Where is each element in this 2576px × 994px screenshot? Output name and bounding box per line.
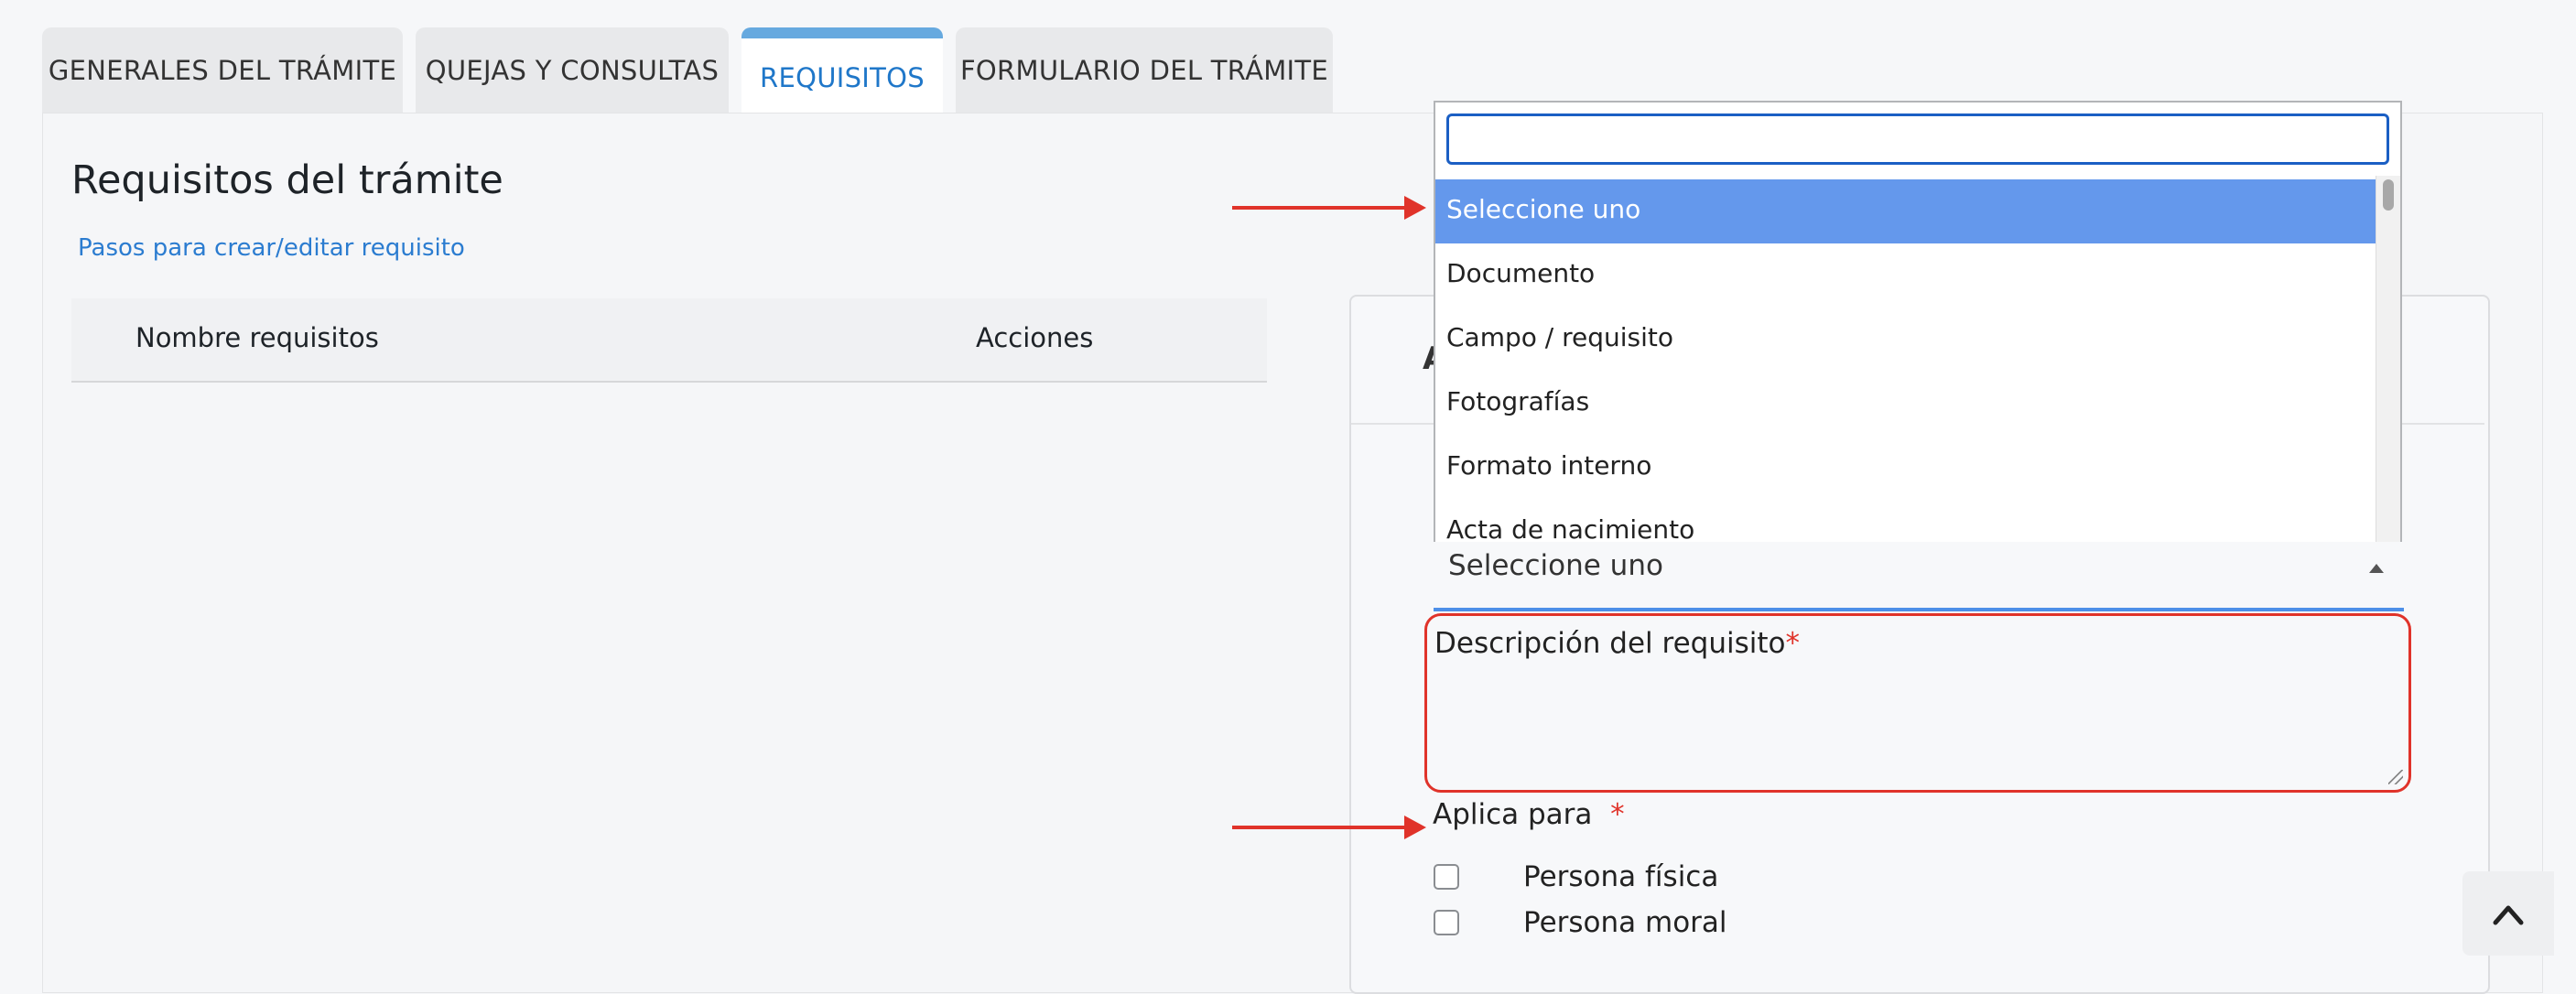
dropdown-search-input[interactable] [1446,113,2389,165]
requirement-description-field[interactable]: Descripción del requisito* [1424,613,2411,793]
aplica-para-label: Aplica para * [1433,798,1625,831]
persona-fisica-label: Persona física [1523,860,1719,893]
scroll-to-top-button[interactable] [2462,871,2554,956]
dropdown-option-campo-requisito[interactable]: Campo / requisito [1435,308,2378,372]
required-asterisk: * [1610,798,1625,831]
dropdown-option-fotografias[interactable]: Fotografías [1435,372,2378,436]
dropdown-scrollbar-thumb[interactable] [2383,179,2394,211]
required-asterisk: * [1785,627,1800,660]
resize-handle-icon[interactable] [2388,770,2403,784]
dropdown-option-formato-interno[interactable]: Formato interno [1435,436,2378,500]
dropdown-scrollbar[interactable] [2376,176,2400,542]
steps-help-link[interactable]: Pasos para crear/editar requisito [78,234,465,262]
page-title: Requisitos del trámite [71,157,503,203]
caret-up-icon [2369,564,2384,573]
tab-quejas-y-consultas[interactable]: QUEJAS Y CONSULTAS [416,27,729,113]
persona-moral-label: Persona moral [1523,906,1727,939]
column-header-nombre-requisitos: Nombre requisitos [135,322,379,353]
requirement-type-dropdown: Seleccione uno Documento Campo / requisi… [1434,101,2402,542]
column-header-acciones: Acciones [976,322,1094,353]
tab-generales-del-tramite[interactable]: GENERALES DEL TRÁMITE [42,27,403,113]
tab-requisitos[interactable]: REQUISITOS [741,27,943,113]
select-current-value: Seleccione uno [1448,549,1663,582]
requirement-type-select[interactable]: Seleccione uno [1434,542,2404,611]
dropdown-option-acta-de-nacimiento[interactable]: Acta de nacimiento [1435,500,2378,542]
persona-moral-checkbox[interactable] [1434,910,1459,935]
tab-formulario-del-tramite[interactable]: FORMULARIO DEL TRÁMITE [956,27,1333,113]
dropdown-option-documento[interactable]: Documento [1435,243,2378,308]
chevron-up-icon [2493,905,2524,925]
annotation-arrow-icon [1232,196,1426,220]
requirements-table-header: Nombre requisitos Acciones [71,298,1267,383]
dropdown-option-seleccione-uno[interactable]: Seleccione uno [1435,179,2378,243]
annotation-arrow-icon [1232,816,1426,839]
description-label: Descripción del requisito* [1434,627,1800,660]
persona-fisica-checkbox[interactable] [1434,864,1459,890]
